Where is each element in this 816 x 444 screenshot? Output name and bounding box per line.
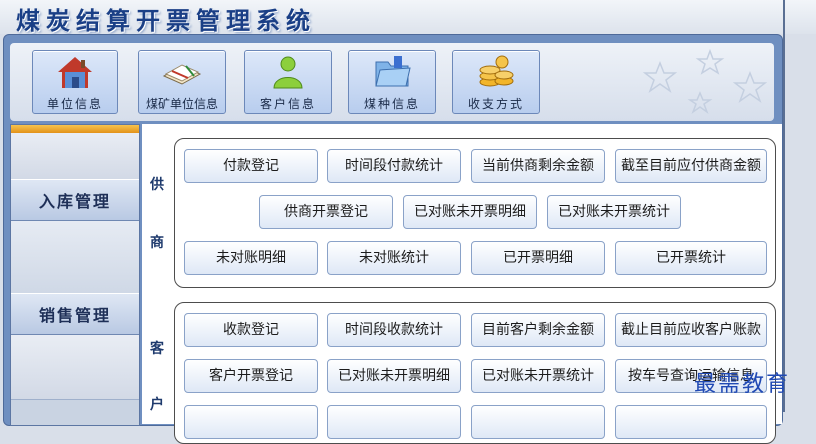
supplier-invoiced-stats-button[interactable]: 已开票统计 <box>615 241 767 275</box>
customer-reconciled-uninvoiced-stats-button[interactable]: 已对账未开票统计 <box>471 359 605 393</box>
supplier-invoice-register-button[interactable]: 供商开票登记 <box>259 195 393 229</box>
supplier-label-1: 供 <box>150 177 164 193</box>
user-icon <box>273 56 303 89</box>
sidebar-item-inbound[interactable]: 入库管理 <box>11 179 139 221</box>
folder-icon <box>375 56 411 87</box>
coins-icon <box>479 55 514 87</box>
content-panel: 供 商 付款登记 时间段付款统计 当前供商剩余金额 截至目前应付供商金额 供商开… <box>142 124 782 444</box>
customer-info-label: 客户信息 <box>259 97 316 111</box>
supplier-unreconciled-stats-button[interactable]: 未对账统计 <box>327 241 461 275</box>
unit-info-button[interactable]: 单位信息 <box>32 50 118 114</box>
supplier-label-2: 商 <box>150 235 164 251</box>
main-frame: 单位信息 煤矿单位信息 客户信息 煤种信息 收支方式 入库管理 销售管理 供 商… <box>3 34 783 444</box>
payment-method-button[interactable]: 收支方式 <box>452 50 540 114</box>
customer-row3-button-1[interactable] <box>184 405 318 439</box>
mine-unit-info-button[interactable]: 煤矿单位信息 <box>138 50 226 114</box>
payment-method-label: 收支方式 <box>467 97 524 111</box>
book-icon <box>162 64 202 85</box>
customer-info-button[interactable]: 客户信息 <box>244 50 332 114</box>
supplier-remaining-balance-button[interactable]: 当前供商剩余金额 <box>471 149 605 183</box>
window-edge <box>783 0 785 412</box>
customer-label-1: 客 <box>150 341 164 357</box>
supplier-period-payment-stats-button[interactable]: 时间段付款统计 <box>327 149 461 183</box>
supplier-group: 付款登记 时间段付款统计 当前供商剩余金额 截至目前应付供商金额 供商开票登记 … <box>174 138 776 288</box>
coal-type-info-button[interactable]: 煤种信息 <box>348 50 436 114</box>
coal-type-info-label: 煤种信息 <box>363 97 420 111</box>
supplier-unreconciled-detail-button[interactable]: 未对账明细 <box>184 241 318 275</box>
sidebar: 入库管理 销售管理 <box>10 124 140 426</box>
customer-period-receipt-stats-button[interactable]: 时间段收款统计 <box>327 313 461 347</box>
customer-invoice-register-button[interactable]: 客户开票登记 <box>184 359 318 393</box>
supplier-reconciled-uninvoiced-detail-button[interactable]: 已对账未开票明细 <box>403 195 537 229</box>
sidebar-spacer <box>11 133 139 180</box>
customer-reconciled-uninvoiced-detail-button[interactable]: 已对账未开票明细 <box>327 359 461 393</box>
customer-label-2: 户 <box>150 397 164 413</box>
unit-info-label: 单位信息 <box>46 97 103 111</box>
supplier-payable-to-date-button[interactable]: 截至目前应付供商金额 <box>615 149 767 183</box>
supplier-reconciled-uninvoiced-stats-button[interactable]: 已对账未开票统计 <box>547 195 681 229</box>
customer-row3-button-2[interactable] <box>327 405 461 439</box>
toolbar: 单位信息 煤矿单位信息 客户信息 煤种信息 收支方式 <box>10 43 774 121</box>
sidebar-spacer <box>11 335 139 400</box>
house-icon <box>58 57 92 88</box>
customer-receivable-to-date-button[interactable]: 截止目前应收客户账款 <box>615 313 767 347</box>
sidebar-top-bar <box>11 125 139 133</box>
mine-unit-info-label: 煤矿单位信息 <box>145 97 218 111</box>
customer-row3-button-4[interactable] <box>615 405 767 439</box>
customer-group: 收款登记 时间段收款统计 目前客户剩余金额 截止目前应收客户账款 客户开票登记 … <box>174 302 776 444</box>
customer-remaining-balance-button[interactable]: 目前客户剩余金额 <box>471 313 605 347</box>
customer-row3-button-3[interactable] <box>471 405 605 439</box>
sidebar-spacer <box>11 221 139 294</box>
customer-receipt-register-button[interactable]: 收款登记 <box>184 313 318 347</box>
supplier-invoiced-detail-button[interactable]: 已开票明细 <box>471 241 605 275</box>
app-title: 煤炭结算开票管理系统 <box>16 6 316 35</box>
title-bar: 煤炭结算开票管理系统 <box>0 0 816 35</box>
star-decoration-icon <box>642 48 768 115</box>
supplier-payment-register-button[interactable]: 付款登记 <box>184 149 318 183</box>
sidebar-item-sales[interactable]: 销售管理 <box>11 293 139 335</box>
watermark-text: 最需教育 <box>694 372 791 397</box>
